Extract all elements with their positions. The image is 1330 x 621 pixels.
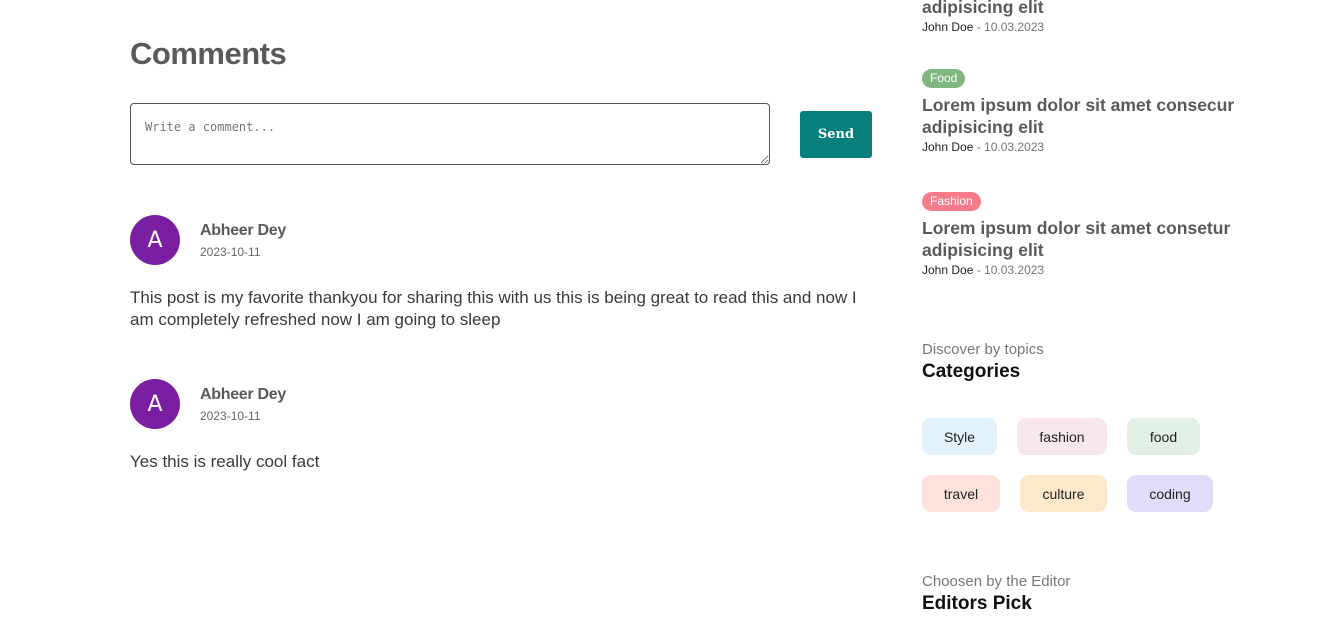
comment-date: 2023-10-11 (200, 245, 261, 259)
comment-text: This post is my favorite thankyou for sh… (130, 288, 857, 329)
categories-title: Categories (922, 361, 1021, 382)
comment-author: Abheer Dey (200, 386, 286, 403)
popular-post-title[interactable]: Lorem ipsum dolor sit amet consetur adip… (922, 217, 1242, 261)
popular-post[interactable]: Fashion Lorem ipsum dolor sit amet conse… (922, 192, 1242, 277)
category-chip-style[interactable]: Style (922, 418, 997, 455)
category-tag[interactable]: Food (922, 69, 966, 88)
post-date: 10.03.2023 (984, 140, 1045, 154)
post-date: 10.03.2023 (984, 20, 1045, 34)
category-chip-fashion[interactable]: fashion (1017, 418, 1107, 455)
popular-post[interactable]: adipisicing elit John Doe - 10.03.2023 (922, 0, 1242, 34)
avatar: A (130, 379, 180, 429)
category-chip-food[interactable]: food (1127, 418, 1200, 455)
post-author: John Doe (922, 140, 974, 154)
popular-post-meta: John Doe - 10.03.2023 (922, 263, 1045, 277)
comment-author: Abheer Dey (200, 222, 286, 239)
comment-date: 2023-10-11 (200, 409, 261, 423)
editors-pick-title: Editors Pick (922, 593, 1032, 614)
popular-post-meta: John Doe - 10.03.2023 (922, 20, 1045, 34)
send-button[interactable]: Send (800, 111, 872, 158)
post-date: 10.03.2023 (984, 263, 1045, 277)
post-author: John Doe (922, 20, 974, 34)
popular-post-title[interactable]: adipisicing elit (922, 0, 1242, 18)
post-author: John Doe (922, 263, 974, 277)
popular-post-meta: John Doe - 10.03.2023 (922, 140, 1045, 154)
comments-title: Comments (130, 36, 287, 71)
comment-text: Yes this is really cool fact (130, 452, 320, 471)
avatar: A (130, 215, 180, 265)
category-tag[interactable]: Fashion (922, 192, 981, 211)
category-chip-coding[interactable]: coding (1127, 475, 1213, 512)
category-chip-travel[interactable]: travel (922, 475, 1000, 512)
editors-pick-subtitle: Choosen by the Editor (922, 573, 1071, 590)
popular-post[interactable]: Food Lorem ipsum dolor sit amet consecur… (922, 69, 1242, 154)
categories-subtitle: Discover by topics (922, 341, 1044, 358)
category-chip-culture[interactable]: culture (1020, 475, 1107, 512)
comment-input[interactable] (130, 103, 770, 165)
popular-post-title[interactable]: Lorem ipsum dolor sit amet consecur adip… (922, 94, 1242, 138)
